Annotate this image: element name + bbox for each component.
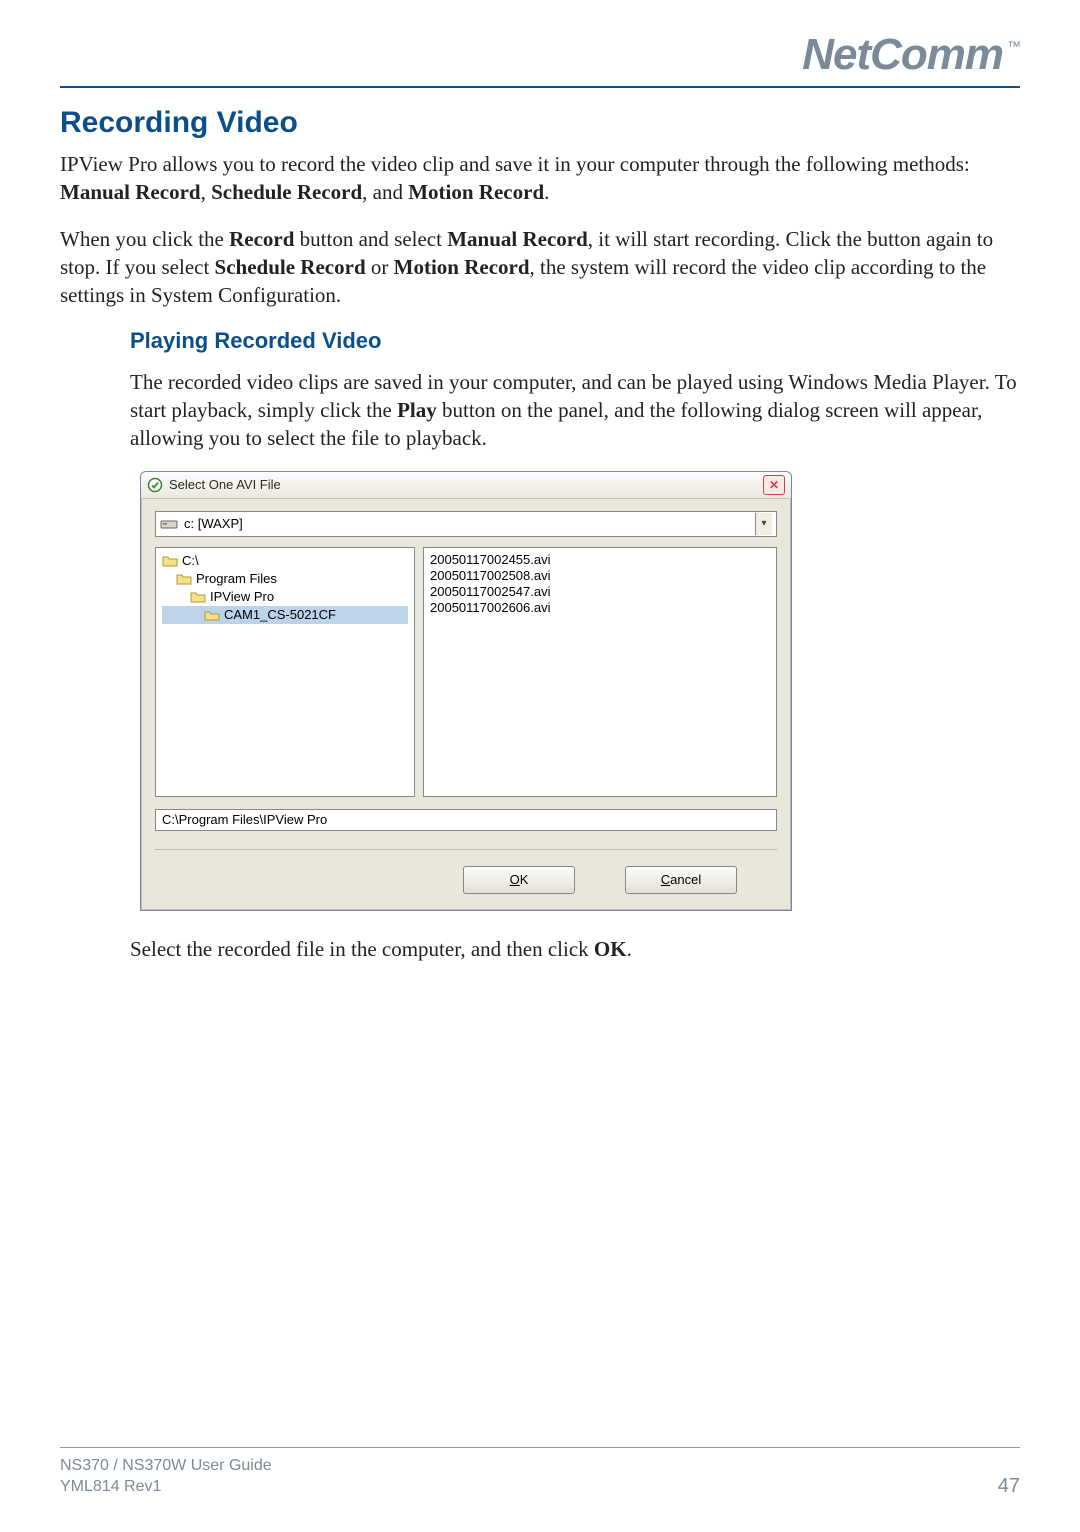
folder-open-icon — [176, 572, 192, 586]
subsection-title: Playing Recorded Video — [130, 328, 1020, 354]
ok-button[interactable]: OK — [463, 866, 575, 894]
dialog-titlebar[interactable]: Select One AVI File ✕ — [141, 472, 791, 499]
text: Select the recorded file in the computer… — [130, 937, 594, 961]
button-label: K — [520, 872, 529, 887]
drive-selector[interactable]: c: [WAXP] ▾ — [155, 511, 777, 537]
intro-paragraph-1: IPView Pro allows you to record the vide… — [60, 150, 1020, 207]
text: . — [627, 937, 632, 961]
list-item[interactable]: 20050117002606.avi — [430, 600, 770, 616]
page-number: 47 — [998, 1475, 1020, 1498]
bold-text: Motion Record — [408, 180, 544, 204]
text: . — [544, 180, 549, 204]
subsection-paragraph-2: Select the recorded file in the computer… — [130, 935, 1020, 963]
drive-icon — [160, 517, 178, 531]
text: button and select — [294, 227, 447, 251]
tree-label: IPView Pro — [210, 589, 274, 604]
button-label: ancel — [670, 872, 701, 887]
intro-paragraph-2: When you click the Record button and sel… — [60, 225, 1020, 310]
cancel-button[interactable]: Cancel — [625, 866, 737, 894]
bold-text: Motion Record — [394, 255, 530, 279]
logo-text: NetComm — [802, 30, 1003, 80]
bold-text: Record — [229, 227, 294, 251]
text: IPView Pro allows you to record the vide… — [60, 152, 970, 176]
text: , and — [362, 180, 408, 204]
list-item[interactable]: 20050117002508.avi — [430, 568, 770, 584]
drive-label: c: [WAXP] — [184, 516, 755, 531]
section-title: Recording Video — [60, 106, 1020, 140]
tree-item-cam-folder[interactable]: CAM1_CS-5021CF — [162, 606, 408, 624]
dropdown-arrow-icon[interactable]: ▾ — [755, 513, 772, 535]
text: , — [201, 180, 212, 204]
close-icon: ✕ — [769, 478, 779, 492]
bold-text: Manual Record — [447, 227, 588, 251]
folder-tree[interactable]: C:\ Program Files IPView P — [155, 547, 415, 797]
tree-item-ipview-pro[interactable]: IPView Pro — [162, 588, 408, 606]
page-footer: NS370 / NS370W User Guide YML814 Rev1 47 — [60, 1447, 1020, 1498]
folder-icon — [204, 608, 220, 622]
tree-item-program-files[interactable]: Program Files — [162, 570, 408, 588]
path-input[interactable] — [155, 809, 777, 831]
text: or — [366, 255, 394, 279]
tree-item-root[interactable]: C:\ — [162, 552, 408, 570]
bold-text: Schedule Record — [215, 255, 366, 279]
app-icon — [147, 477, 163, 493]
bold-text: Play — [397, 398, 437, 422]
file-dialog: Select One AVI File ✕ c: [WAXP] ▾ — [140, 471, 792, 911]
button-mnemonic: O — [510, 872, 520, 887]
brand-logo: NetComm ™ — [802, 30, 1020, 80]
subsection-paragraph-1: The recorded video clips are saved in yo… — [130, 368, 1020, 453]
button-mnemonic: C — [661, 872, 670, 887]
bold-text: Schedule Record — [211, 180, 362, 204]
file-list[interactable]: 20050117002455.avi 20050117002508.avi 20… — [423, 547, 777, 797]
separator — [155, 849, 777, 850]
folder-open-icon — [162, 554, 178, 568]
tree-label: CAM1_CS-5021CF — [224, 607, 336, 622]
bold-text: Manual Record — [60, 180, 201, 204]
close-button[interactable]: ✕ — [763, 475, 785, 495]
footer-doc-title: NS370 / NS370W User Guide — [60, 1456, 272, 1477]
bold-text: OK — [594, 937, 627, 961]
list-item[interactable]: 20050117002547.avi — [430, 584, 770, 600]
dialog-title: Select One AVI File — [169, 477, 763, 492]
folder-open-icon — [190, 590, 206, 604]
trademark-symbol: ™ — [1007, 38, 1020, 54]
footer-rev: YML814 Rev1 — [60, 1477, 272, 1498]
header-bar: NetComm ™ — [60, 30, 1020, 88]
tree-label: Program Files — [196, 571, 277, 586]
tree-label: C:\ — [182, 553, 199, 568]
text: When you click the — [60, 227, 229, 251]
list-item[interactable]: 20050117002455.avi — [430, 552, 770, 568]
